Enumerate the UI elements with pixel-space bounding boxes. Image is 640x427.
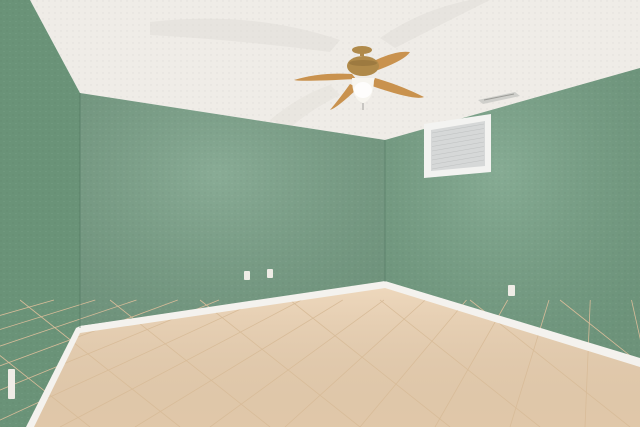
empty-room-photo bbox=[0, 0, 640, 427]
fan-canopy bbox=[352, 46, 372, 54]
basement-window bbox=[424, 114, 491, 178]
wall-outlet bbox=[8, 369, 15, 399]
wall-outlet bbox=[508, 285, 515, 296]
wall-outlet bbox=[267, 269, 273, 278]
room-illustration bbox=[0, 0, 640, 427]
fan-motor-band bbox=[349, 60, 377, 66]
wall-outlet bbox=[244, 271, 250, 280]
fan-light-glow bbox=[354, 82, 372, 98]
